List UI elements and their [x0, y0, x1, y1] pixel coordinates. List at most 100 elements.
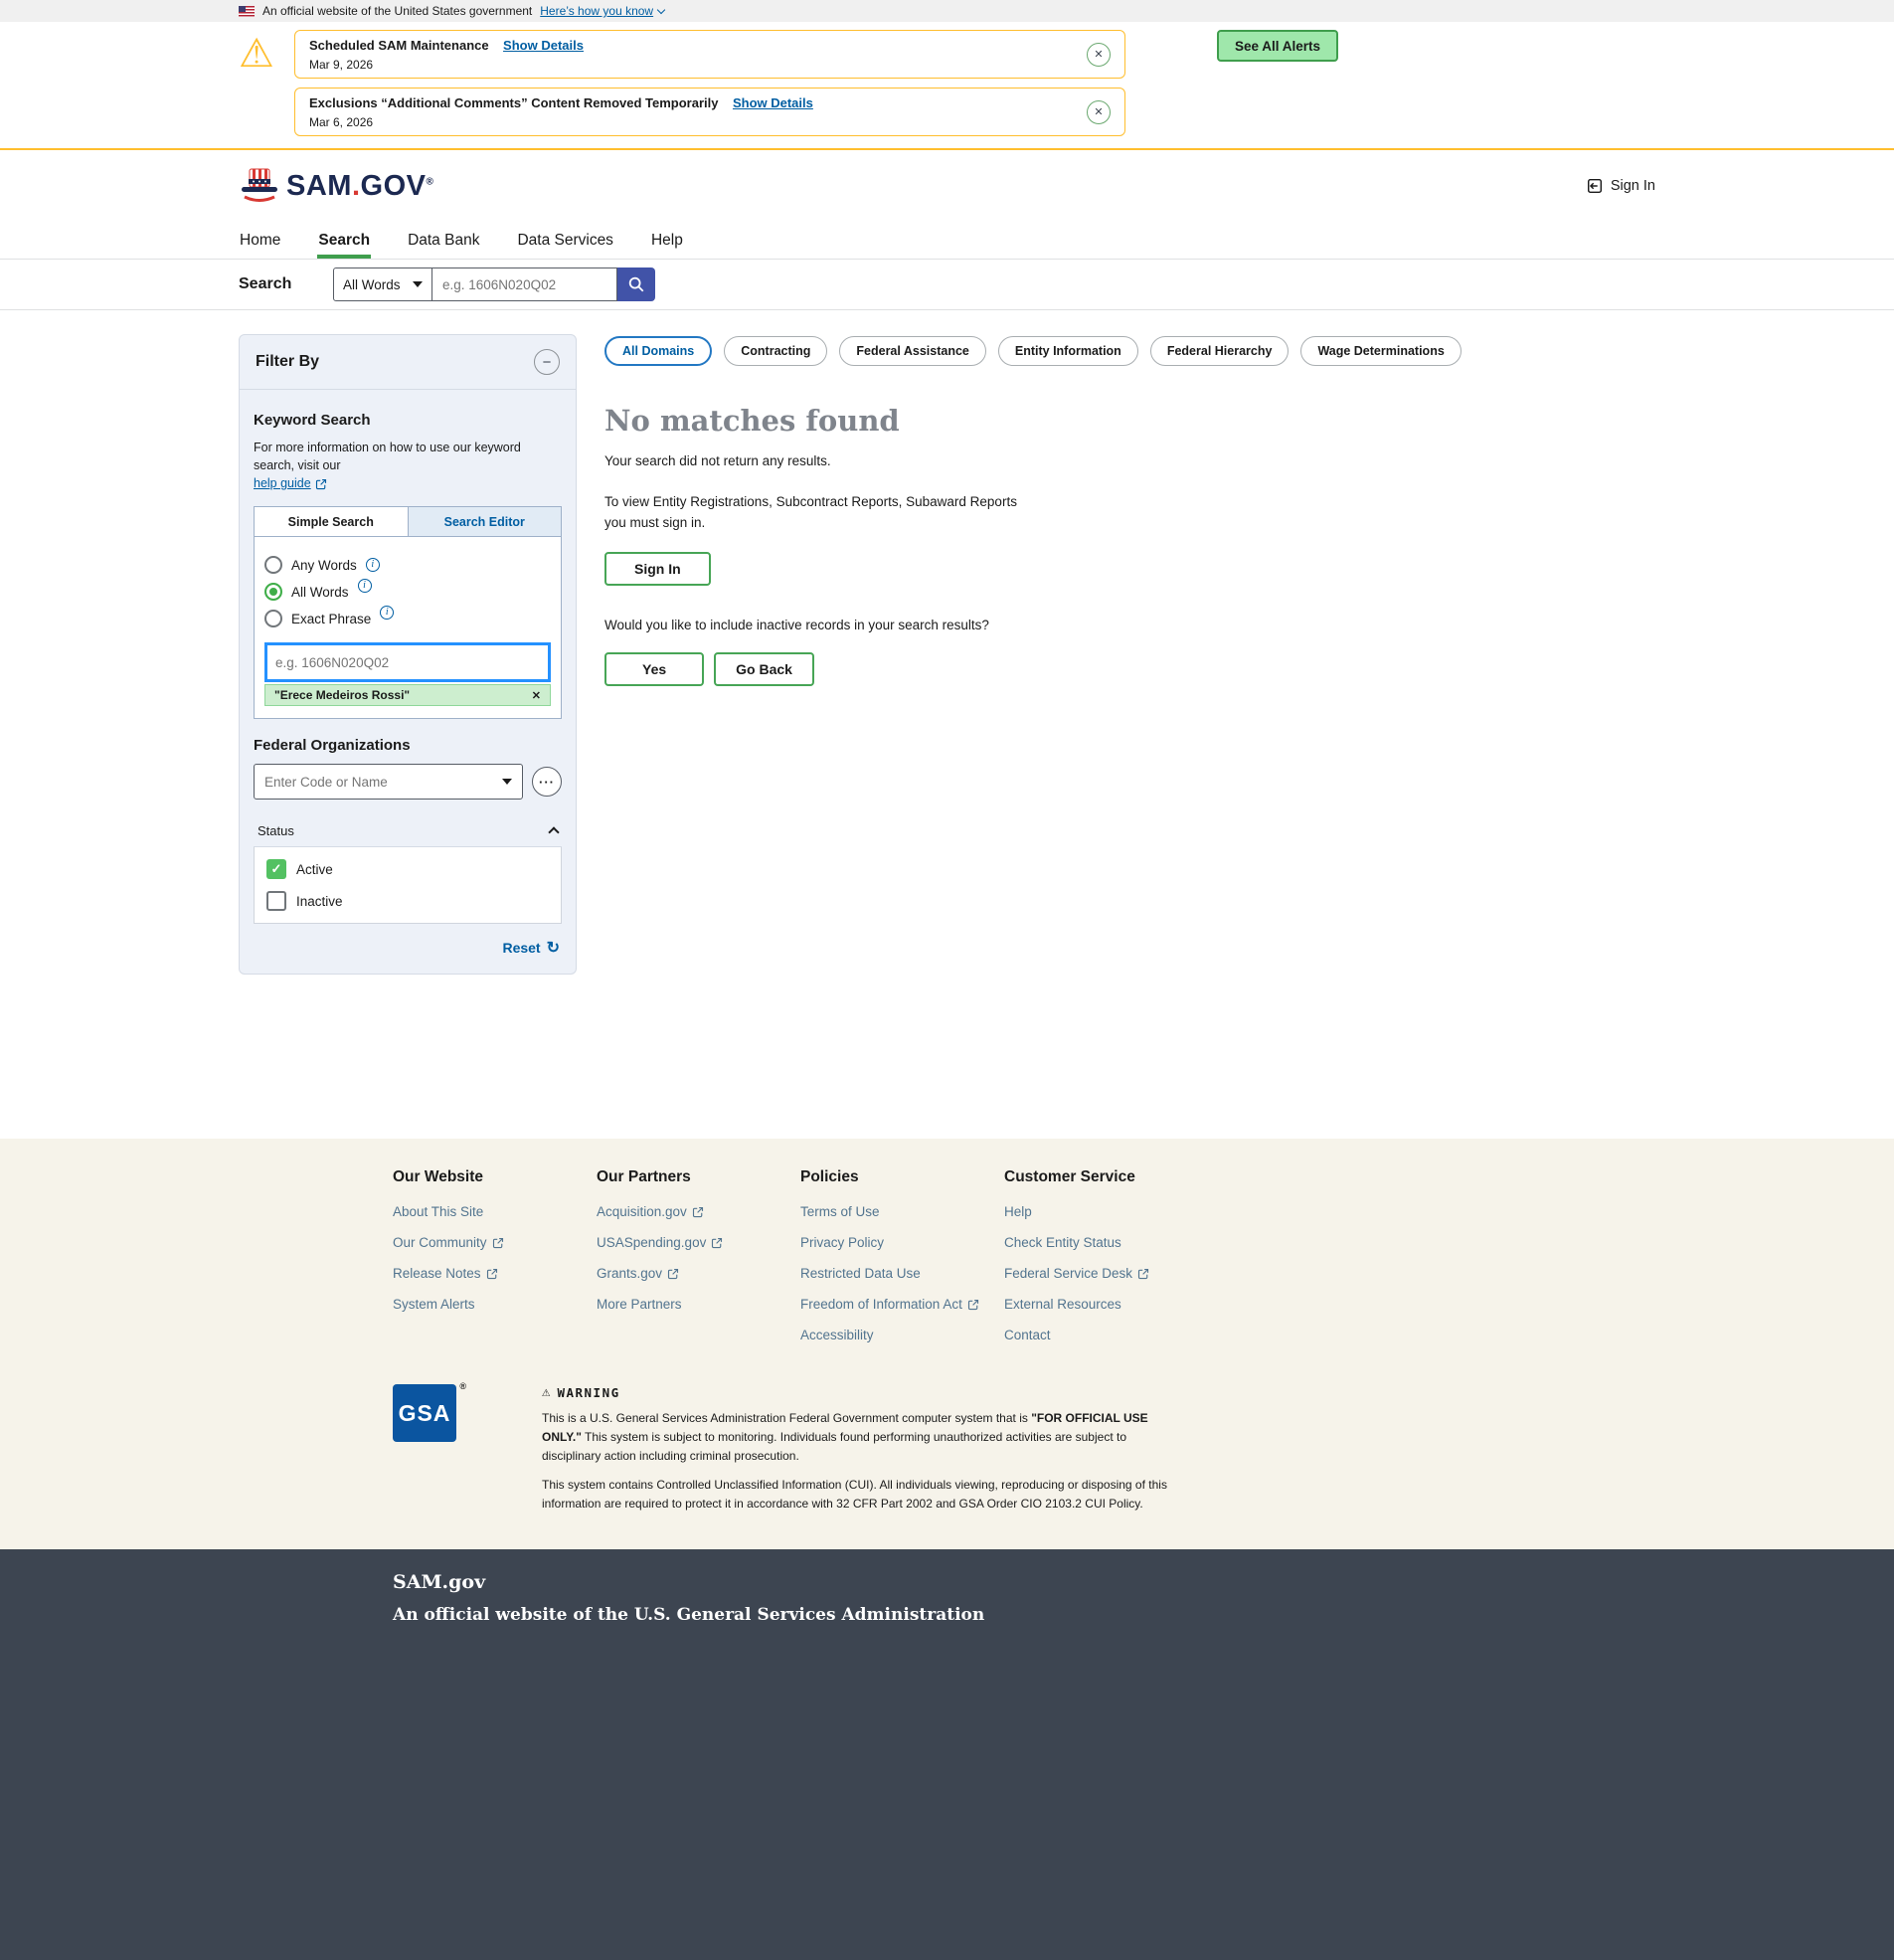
status-section-header[interactable]: Status — [254, 815, 562, 847]
domain-pill-federal-assistance[interactable]: Federal Assistance — [839, 336, 985, 366]
status-option-inactive[interactable]: Inactive — [266, 891, 549, 911]
nav-item-data-services[interactable]: Data Services — [516, 226, 613, 259]
footer-link-federal-service-desk[interactable]: Federal Service Desk — [1004, 1266, 1208, 1281]
footer-link-contact[interactable]: Contact — [1004, 1328, 1208, 1342]
footer-link-privacy-policy[interactable]: Privacy Policy — [800, 1235, 1004, 1250]
nav-item-help[interactable]: Help — [650, 226, 684, 259]
radio-row-all-words[interactable]: All Words i — [264, 583, 551, 601]
filter-panel: Filter By − Keyword Search For more info… — [239, 334, 577, 975]
radio-label-exact-phrase: Exact Phrase — [291, 612, 371, 626]
tab-search-editor[interactable]: Search Editor — [409, 507, 562, 537]
footer-link-acquisition-gov[interactable]: Acquisition.gov — [597, 1204, 800, 1219]
domain-pill-wage-determinations[interactable]: Wage Determinations — [1300, 336, 1461, 366]
footer-column-our-website: Our Website About This Site Our Communit… — [393, 1168, 597, 1358]
checkbox-active-checked[interactable]: ✓ — [266, 859, 286, 879]
status-option-active[interactable]: ✓ Active — [266, 859, 549, 879]
footer-link-more-partners[interactable]: More Partners — [597, 1297, 800, 1312]
footer-link-terms-of-use[interactable]: Terms of Use — [800, 1204, 1004, 1219]
nav-item-data-bank[interactable]: Data Bank — [407, 226, 480, 259]
sign-in-button[interactable]: Sign In — [604, 552, 711, 586]
footer-link-label: USASpending.gov — [597, 1235, 706, 1250]
yes-button[interactable]: Yes — [604, 652, 704, 686]
status-title: Status — [258, 823, 294, 838]
show-details-link[interactable]: Show Details — [733, 95, 813, 110]
footer-link-check-entity-status[interactable]: Check Entity Status — [1004, 1235, 1208, 1250]
footer-link-system-alerts[interactable]: System Alerts — [393, 1297, 597, 1312]
search-submit-button[interactable] — [617, 267, 655, 301]
footer-link-external-resources[interactable]: External Resources — [1004, 1297, 1208, 1312]
footer-link-restricted-data-use[interactable]: Restricted Data Use — [800, 1266, 1004, 1281]
show-details-link[interactable]: Show Details — [503, 38, 584, 53]
footer-link-label: Grants.gov — [597, 1266, 662, 1281]
tab-simple-search[interactable]: Simple Search — [255, 507, 409, 537]
chip-remove-icon[interactable]: ✕ — [532, 689, 541, 702]
no-matches-heading: No matches found — [604, 404, 1655, 438]
radio-row-exact-phrase[interactable]: Exact Phrase i — [264, 610, 551, 627]
checkbox-inactive-unchecked[interactable] — [266, 891, 286, 911]
footer-link-label: Freedom of Information Act — [800, 1297, 962, 1312]
gsa-logo-text: GSA — [399, 1400, 451, 1427]
external-link-icon — [1137, 1268, 1149, 1280]
info-icon[interactable]: i — [380, 606, 394, 620]
keyword-search-input[interactable] — [264, 642, 551, 682]
warning-paragraph-1: This is a U.S. General Services Administ… — [542, 1409, 1186, 1467]
check-icon: ✓ — [271, 861, 282, 877]
radio-row-any-words[interactable]: Any Words i — [264, 556, 551, 574]
warning-triangle-icon: ⚠ — [239, 32, 274, 76]
footer-link-accessibility[interactable]: Accessibility — [800, 1328, 1004, 1342]
close-alert-button[interactable]: ✕ — [1087, 43, 1111, 67]
close-alert-button[interactable]: ✕ — [1087, 100, 1111, 124]
footer-link-usaspending-gov[interactable]: USASpending.gov — [597, 1235, 800, 1250]
info-icon[interactable]: i — [366, 558, 380, 572]
footer-link-label: Help — [1004, 1204, 1032, 1219]
how-you-know-link[interactable]: Here’s how you know — [540, 4, 664, 18]
logo-text: SAM.GOV® — [286, 170, 433, 203]
go-back-button[interactable]: Go Back — [714, 652, 814, 686]
sign-in-icon — [1586, 177, 1604, 195]
gsa-registered-mark: ® — [459, 1381, 467, 1391]
keyword-search-description: For more information on how to use our k… — [254, 439, 562, 474]
minus-icon: − — [543, 354, 552, 371]
radio-any-words[interactable] — [264, 556, 282, 574]
sam-gov-logo[interactable]: SAM.GOV® — [239, 168, 433, 204]
reset-filters-link[interactable]: Reset — [502, 940, 540, 956]
reset-icon[interactable]: ↻ — [547, 938, 560, 958]
header-sign-in-link[interactable]: Sign In — [1586, 177, 1655, 195]
info-icon[interactable]: i — [358, 579, 372, 593]
footer-link-release-notes[interactable]: Release Notes — [393, 1266, 597, 1281]
warning-title: WARNING — [557, 1385, 619, 1400]
domain-pill-federal-hierarchy[interactable]: Federal Hierarchy — [1150, 336, 1290, 366]
external-link-icon — [492, 1237, 504, 1249]
radio-exact-phrase[interactable] — [264, 610, 282, 627]
federal-org-select[interactable]: Enter Code or Name — [254, 764, 523, 800]
footer-column-customer-service: Customer Service Help Check Entity Statu… — [1004, 1168, 1208, 1358]
external-link-icon — [967, 1299, 979, 1311]
warning-paragraph-2: This system contains Controlled Unclassi… — [542, 1476, 1186, 1514]
nav-item-home[interactable]: Home — [239, 226, 281, 259]
footer-link-help[interactable]: Help — [1004, 1204, 1208, 1219]
footer-link-label: Check Entity Status — [1004, 1235, 1121, 1250]
footer-link-foia[interactable]: Freedom of Information Act — [800, 1297, 1004, 1312]
alert-date: Mar 6, 2026 — [309, 115, 1087, 129]
footer-link-about-this-site[interactable]: About This Site — [393, 1204, 597, 1219]
caret-down-icon — [413, 281, 423, 287]
collapse-filters-button[interactable]: − — [534, 349, 560, 375]
status-options: ✓ Active Inactive — [254, 847, 562, 924]
domain-pill-contracting[interactable]: Contracting — [724, 336, 827, 366]
federal-org-placeholder: Enter Code or Name — [264, 775, 388, 790]
status-active-label: Active — [296, 862, 333, 877]
footer-column-title: Our Website — [393, 1168, 597, 1186]
footer-link-grants-gov[interactable]: Grants.gov — [597, 1266, 800, 1281]
footer-link-our-community[interactable]: Our Community — [393, 1235, 597, 1250]
radio-label-any-words: Any Words — [291, 558, 357, 573]
org-more-options-button[interactable]: ··· — [532, 767, 562, 797]
search-mode-select[interactable]: All Words — [333, 267, 432, 301]
domain-pill-all-domains[interactable]: All Domains — [604, 336, 712, 366]
radio-all-words-selected[interactable] — [264, 583, 282, 601]
header-search-input[interactable] — [432, 267, 617, 301]
see-all-alerts-button[interactable]: See All Alerts — [1217, 30, 1338, 62]
domain-pill-entity-information[interactable]: Entity Information — [998, 336, 1138, 366]
nav-item-search[interactable]: Search — [317, 226, 371, 259]
help-guide-link[interactable]: help guide — [254, 476, 327, 490]
external-link-icon — [711, 1237, 723, 1249]
